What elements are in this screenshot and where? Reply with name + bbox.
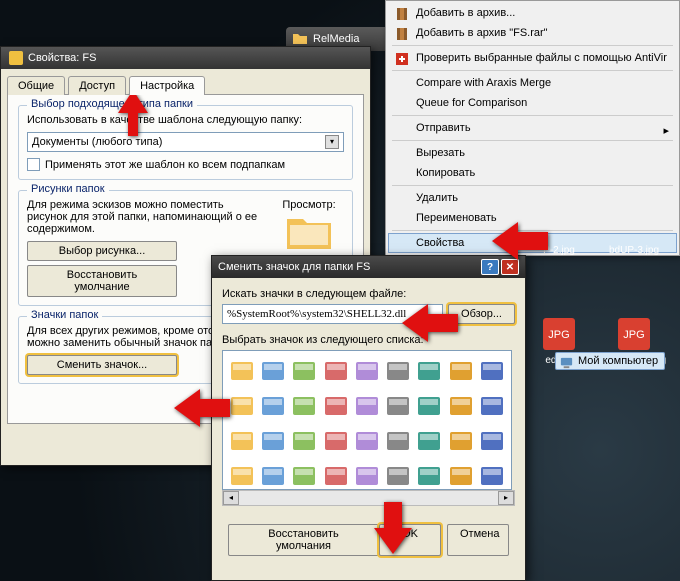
archive-icon — [394, 26, 410, 42]
file-item[interactable]: Bgc — [668, 245, 680, 256]
restore-defaults-button[interactable]: Восстановить умолчания — [228, 524, 379, 556]
cm-cut[interactable]: Вырезать — [388, 143, 677, 163]
antivir-icon — [394, 51, 410, 67]
cm-add-archive[interactable]: Добавить в архив... — [388, 3, 677, 23]
icon-choice[interactable] — [289, 425, 319, 457]
red-arrow-icon — [370, 500, 416, 556]
cm-antivir[interactable]: Проверить выбранные файлы с помощью Anti… — [388, 48, 677, 68]
icon-choice[interactable] — [321, 425, 351, 457]
list-label: Выбрать значок из следующего списка: — [222, 334, 515, 346]
icon-choice[interactable] — [477, 390, 507, 422]
tab-customize[interactable]: Настройка — [129, 76, 205, 95]
icon-choice[interactable] — [414, 460, 444, 490]
folder-preview-icon — [284, 211, 334, 253]
properties-title: Свойства: FS — [28, 52, 96, 64]
archive-icon — [394, 6, 410, 22]
restore-default-button[interactable]: Восстановить умолчание — [27, 265, 177, 297]
folder-icon — [9, 51, 23, 65]
icon-choice[interactable] — [227, 460, 257, 490]
icon-choice[interactable] — [321, 390, 351, 422]
computer-icon — [559, 355, 574, 370]
tab-general[interactable]: Общие — [7, 76, 65, 95]
change-icon-titlebar[interactable]: Сменить значок для папки FS ? ✕ — [212, 256, 525, 278]
address-mycomputer[interactable]: Мой компьютер — [555, 352, 665, 370]
icon-choice[interactable] — [289, 460, 319, 490]
red-arrow-icon — [490, 218, 550, 264]
cm-araxis-compare[interactable]: Compare with Araxis Merge — [388, 73, 677, 93]
chevron-down-icon: ▾ — [325, 135, 339, 149]
icon-choice[interactable] — [477, 425, 507, 457]
icon-choice[interactable] — [383, 425, 413, 457]
icon-choice[interactable] — [477, 355, 507, 387]
icon-choice[interactable] — [383, 390, 413, 422]
jpg-icon: JPG — [543, 318, 575, 350]
properties-titlebar[interactable]: Свойства: FS — [1, 47, 370, 69]
svg-text:JPG: JPG — [548, 329, 569, 341]
checkbox[interactable] — [27, 158, 40, 171]
group-title: Значки папок — [27, 309, 102, 321]
jpg-icon: JPG — [618, 318, 650, 350]
icon-choice[interactable] — [414, 355, 444, 387]
icon-choice[interactable] — [289, 390, 319, 422]
separator — [392, 115, 673, 116]
icon-choice[interactable] — [258, 390, 288, 422]
cm-send-to[interactable]: Отправить ▸ — [388, 118, 677, 138]
template-select[interactable]: Документы (любого типа) ▾ — [27, 132, 344, 152]
red-arrow-icon — [172, 385, 232, 431]
icon-choice[interactable] — [477, 460, 507, 490]
file-item[interactable]: bdUP-3.jpg — [598, 245, 670, 256]
scroll-right-button[interactable]: ▸ — [498, 491, 514, 505]
cancel-button[interactable]: Отмена — [447, 524, 509, 556]
separator — [392, 185, 673, 186]
apply-subfolders-row[interactable]: Применять этот же шаблон ко всем подпапк… — [27, 158, 344, 171]
properties-tabs: Общие Доступ Настройка — [1, 69, 370, 94]
cm-delete[interactable]: Удалить — [388, 188, 677, 208]
icon-choice[interactable] — [414, 425, 444, 457]
cm-copy[interactable]: Копировать — [388, 163, 677, 183]
path-label: Искать значки в следующем файле: — [222, 288, 515, 300]
icon-choice[interactable] — [289, 355, 319, 387]
icon-choice[interactable] — [352, 355, 382, 387]
icon-choice[interactable] — [258, 355, 288, 387]
change-icon-dialog: Сменить значок для папки FS ? ✕ Искать з… — [211, 255, 526, 581]
icon-choice[interactable] — [258, 425, 288, 457]
icon-choice[interactable] — [446, 425, 476, 457]
preview-label: Просмотр: — [274, 199, 344, 211]
icon-choice[interactable] — [352, 460, 382, 490]
icon-list[interactable] — [222, 350, 512, 490]
template-label: Использовать в качестве шаблона следующу… — [27, 114, 344, 126]
choose-picture-button[interactable]: Выбор рисунка... — [27, 241, 177, 261]
icon-choice[interactable] — [352, 425, 382, 457]
svg-text:JPG: JPG — [623, 329, 644, 341]
cm-araxis-queue[interactable]: Queue for Comparison — [388, 93, 677, 113]
red-arrow-icon — [400, 300, 460, 346]
scrollbar[interactable]: ◂ ▸ — [222, 490, 515, 506]
group-title: Рисунки папок — [27, 183, 109, 195]
icon-choice[interactable] — [383, 355, 413, 387]
icon-choice[interactable] — [321, 355, 351, 387]
icon-choice[interactable] — [446, 390, 476, 422]
separator — [392, 140, 673, 141]
chevron-right-icon: ▸ — [663, 124, 669, 137]
explorer-title: RelMedia — [313, 33, 359, 45]
pictures-desc: Для режима эскизов можно поместить рисун… — [27, 199, 264, 235]
icon-choice[interactable] — [321, 460, 351, 490]
icon-choice[interactable] — [446, 460, 476, 490]
change-icon-body: Искать значки в следующем файле: Обзор..… — [212, 278, 525, 572]
separator — [392, 45, 673, 46]
icon-choice[interactable] — [258, 460, 288, 490]
red-arrow-icon — [108, 88, 158, 138]
icon-choice[interactable] — [383, 460, 413, 490]
icon-choice[interactable] — [352, 390, 382, 422]
icon-choice[interactable] — [446, 355, 476, 387]
scroll-left-button[interactable]: ◂ — [223, 491, 239, 505]
cm-add-archive-fs[interactable]: Добавить в архив "FS.rar" — [388, 23, 677, 43]
icon-choice[interactable] — [227, 355, 257, 387]
change-icon-button[interactable]: Сменить значок... — [27, 355, 177, 375]
icon-choice[interactable] — [414, 390, 444, 422]
group-folder-type: Выбор подходящего типа папки Использоват… — [18, 105, 353, 180]
change-icon-title: Сменить значок для папки FS — [218, 261, 370, 273]
folder-icon — [292, 31, 308, 47]
separator — [392, 70, 673, 71]
